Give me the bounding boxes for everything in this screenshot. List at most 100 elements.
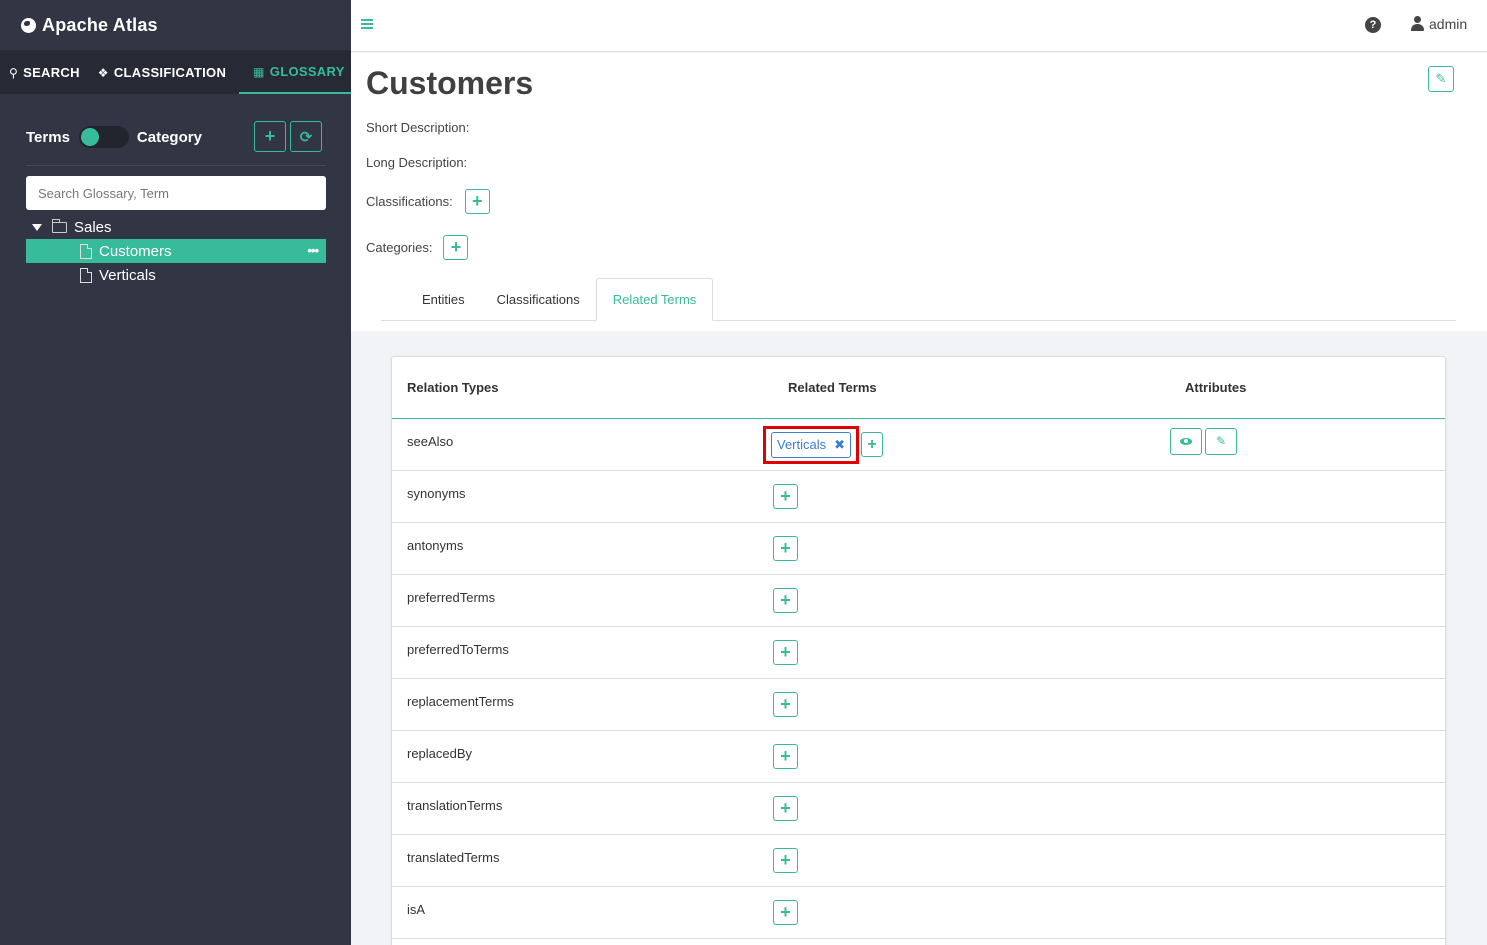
categories-field: Categories: + xyxy=(366,235,469,260)
related-terms-cell: + xyxy=(773,834,1170,887)
edit-term-button[interactable]: ✎ xyxy=(1428,66,1454,92)
folder-open-icon: ▦ xyxy=(253,64,265,79)
related-terms-cell: + xyxy=(773,782,1170,835)
relation-type: seeAlso xyxy=(392,418,773,471)
related-terms-table: Relation Types Related Terms Attributes … xyxy=(392,357,1445,939)
folder-icon xyxy=(52,218,67,233)
refresh-icon: ⟳ xyxy=(299,128,313,146)
add-related-term-button[interactable]: + xyxy=(773,691,798,717)
related-terms-cell: + xyxy=(773,886,1170,939)
help-icon[interactable]: ? xyxy=(1365,17,1381,33)
table-row: translatedTerms + xyxy=(392,834,1445,887)
tab-classification[interactable]: ❖ CLASSIFICATION xyxy=(89,51,235,94)
table-row: replacementTerms + xyxy=(392,678,1445,731)
plus-icon: + xyxy=(780,537,791,558)
plus-icon: + xyxy=(264,126,276,146)
add-related-term-button[interactable]: + xyxy=(773,483,798,509)
switch-knob xyxy=(80,128,99,146)
plus-icon: + xyxy=(867,435,877,453)
table-row: isA + xyxy=(392,886,1445,939)
hamburger-icon[interactable] xyxy=(361,19,373,31)
file-icon xyxy=(80,267,92,283)
glossary-tree: Sales Customers ••• Verticals xyxy=(26,215,326,287)
term-tag[interactable]: Verticals ✖ xyxy=(771,431,852,458)
relation-type: synonyms xyxy=(392,470,773,523)
tab-search[interactable]: ⚲ SEARCH xyxy=(0,51,89,94)
related-terms-cell: + xyxy=(773,678,1170,731)
user-icon xyxy=(1411,16,1424,32)
glossary-search-input[interactable] xyxy=(26,176,326,210)
table-row: preferredTerms + xyxy=(392,574,1445,627)
add-related-term-button[interactable]: + xyxy=(773,587,798,613)
tab-related-terms[interactable]: Related Terms xyxy=(595,278,714,321)
relation-type: replacedBy xyxy=(392,730,773,783)
add-classification-button[interactable]: + xyxy=(464,189,490,214)
sidebar: Apache Atlas ⚲ SEARCH ❖ CLASSIFICATION ▦… xyxy=(0,0,359,945)
related-terms-cell: + xyxy=(773,470,1170,523)
tree-node-verticals[interactable]: Verticals xyxy=(26,263,326,287)
tab-classifications[interactable]: Classifications xyxy=(481,278,596,320)
attributes-cell xyxy=(1170,470,1445,523)
plus-icon: + xyxy=(780,641,791,662)
table-row: translationTerms + xyxy=(392,782,1445,835)
view-attributes-button[interactable] xyxy=(1170,427,1202,455)
tab-entities[interactable]: Entities xyxy=(406,278,481,320)
remove-icon[interactable]: ✖ xyxy=(834,437,845,453)
related-terms-cell: + xyxy=(773,730,1170,783)
add-related-term-button[interactable]: + xyxy=(773,899,798,925)
attributes-cell xyxy=(1170,626,1445,679)
caret-down-icon[interactable] xyxy=(32,223,42,231)
tree-node-sales[interactable]: Sales xyxy=(26,215,326,239)
classifications-field: Classifications: + xyxy=(366,189,490,214)
add-related-term-button[interactable]: + xyxy=(773,535,798,561)
short-description-label: Short Description: xyxy=(366,120,470,135)
attributes-cell xyxy=(1170,782,1445,835)
attributes-cell xyxy=(1170,834,1445,887)
globe-icon xyxy=(21,17,36,33)
related-terms-cell: + xyxy=(773,626,1170,679)
related-terms-cell: + xyxy=(773,522,1170,575)
plus-icon: + xyxy=(780,849,791,870)
add-related-term-button[interactable]: + xyxy=(773,847,798,873)
tab-glossary[interactable]: ▦ GLOSSARY xyxy=(239,51,359,94)
attributes-cell: ✎ xyxy=(1170,418,1445,471)
tab-glossary-label: GLOSSARY xyxy=(269,64,345,79)
relation-type: preferredToTerms xyxy=(392,626,773,679)
attributes-cell xyxy=(1170,678,1445,731)
brand[interactable]: Apache Atlas xyxy=(0,0,351,51)
pencil-icon: ✎ xyxy=(1215,434,1227,448)
plus-icon: + xyxy=(780,745,791,766)
attributes-cell xyxy=(1170,886,1445,939)
relation-type: antonyms xyxy=(392,522,773,575)
table-row: seeAlso Verticals ✖ + ✎ xyxy=(392,418,1445,471)
search-icon: ⚲ xyxy=(9,65,19,80)
add-related-term-button[interactable]: + xyxy=(861,432,884,457)
file-icon xyxy=(80,243,92,259)
add-glossary-button[interactable]: + xyxy=(254,121,286,152)
relation-type: preferredTerms xyxy=(392,574,773,627)
header-related-terms: Related Terms xyxy=(773,357,1170,419)
view-toggle-row: Terms Category + ⟳ xyxy=(26,121,326,153)
tree-node-label: Sales xyxy=(74,218,112,236)
add-related-term-button[interactable]: + xyxy=(773,743,798,769)
highlight-box: Verticals ✖ xyxy=(763,425,860,464)
add-related-term-button[interactable]: + xyxy=(773,795,798,821)
plus-icon: + xyxy=(450,237,462,257)
terms-category-switch[interactable] xyxy=(78,126,129,148)
user-menu[interactable]: admin xyxy=(1411,16,1467,32)
table-row: replacedBy + xyxy=(392,730,1445,783)
relation-type: isA xyxy=(392,886,773,939)
add-related-term-button[interactable]: + xyxy=(773,639,798,665)
tree-node-label: Verticals xyxy=(99,266,156,284)
table-row: preferredToTerms + xyxy=(392,626,1445,679)
tree-node-customers[interactable]: Customers ••• xyxy=(26,239,326,263)
related-terms-panel: Relation Types Related Terms Attributes … xyxy=(391,356,1446,945)
relation-type: translatedTerms xyxy=(392,834,773,887)
edit-attributes-button[interactable]: ✎ xyxy=(1205,427,1237,455)
tab-search-label: SEARCH xyxy=(23,65,80,80)
plus-icon: + xyxy=(780,901,791,922)
add-category-button[interactable]: + xyxy=(443,235,469,260)
refresh-button[interactable]: ⟳ xyxy=(290,121,322,152)
more-options-icon[interactable]: ••• xyxy=(307,243,319,258)
related-terms-cell: Verticals ✖ + xyxy=(763,418,1170,471)
